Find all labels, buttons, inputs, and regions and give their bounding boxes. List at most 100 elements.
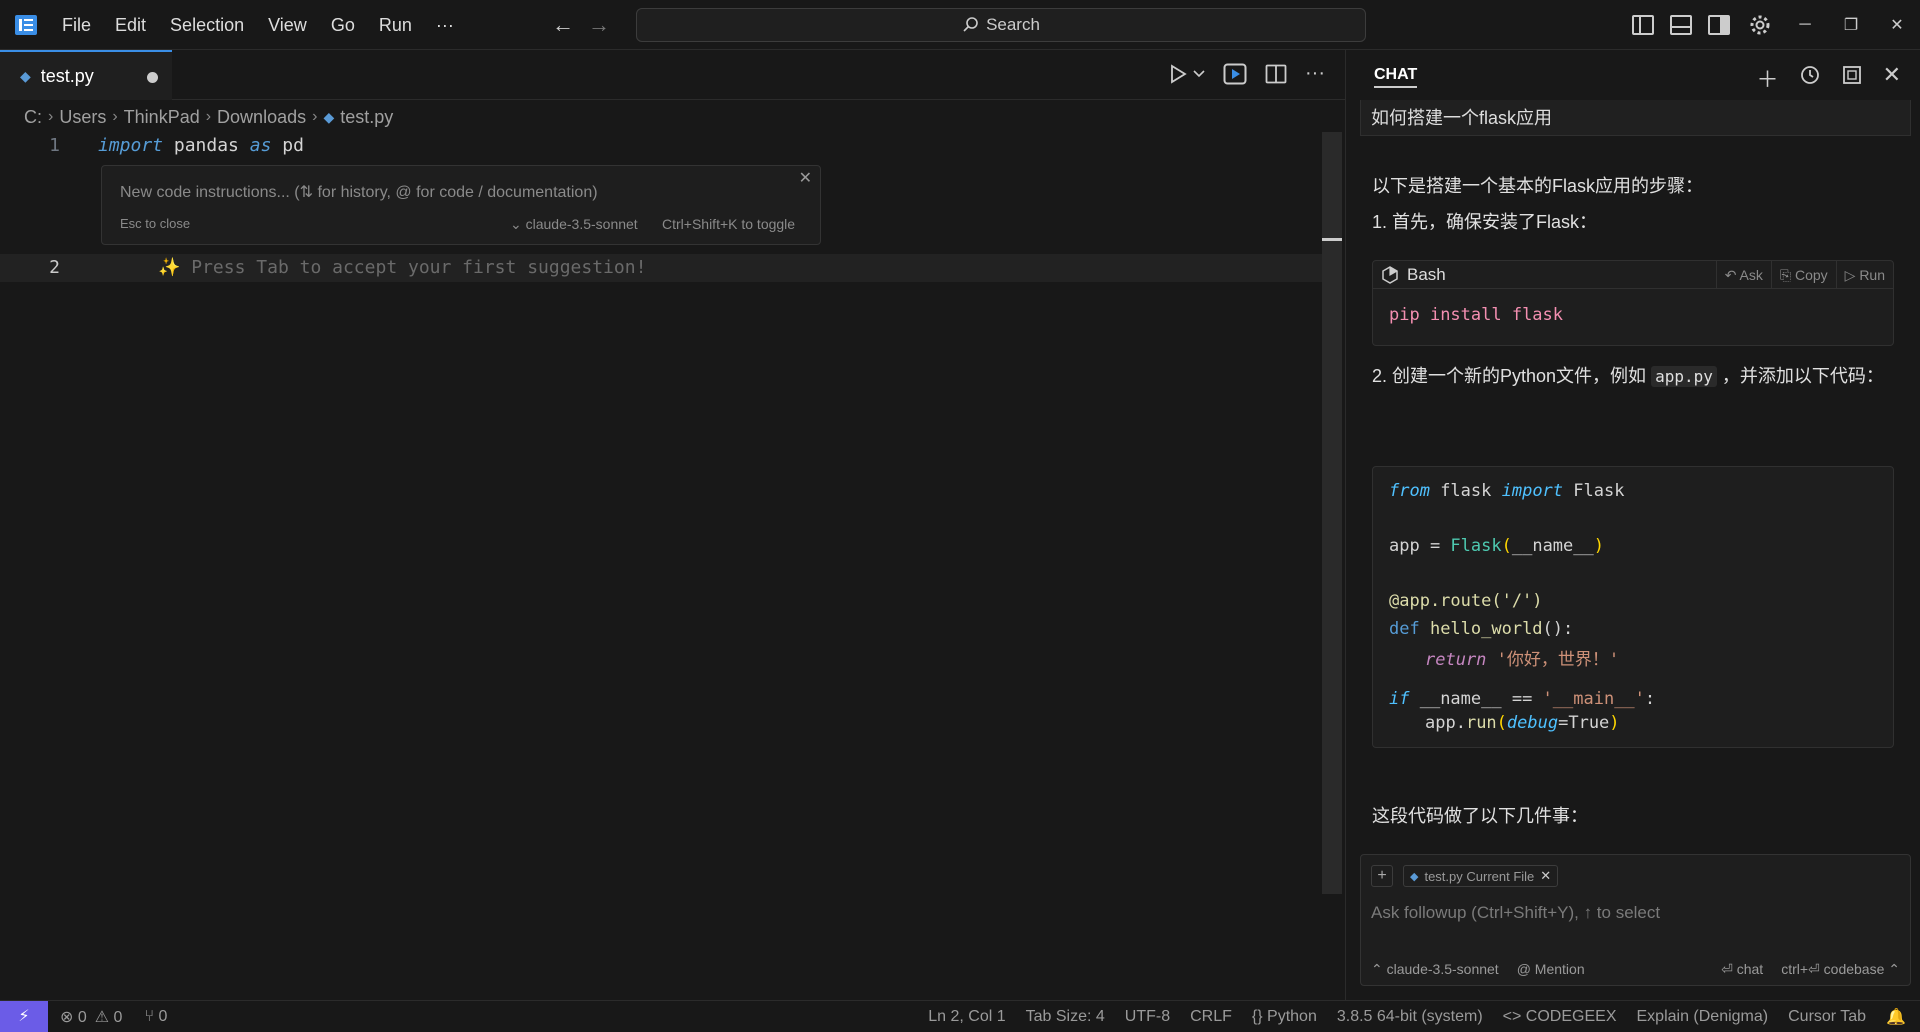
breadcrumb-thinkpad[interactable]: ThinkPad: [124, 107, 200, 128]
command-search-box[interactable]: Search: [636, 8, 1366, 42]
decorator: @app.route('/'): [1389, 591, 1543, 611]
python-code-block: from flask import Flask app = Flask(__na…: [1372, 466, 1894, 748]
step2-text: 2. 创建一个新的Python文件，例如: [1372, 366, 1652, 386]
assistant-step-2: 2. 创建一个新的Python文件，例如 app.py ，并添加以下代码：: [1372, 362, 1892, 391]
code-line: if __name__ == '__main__':: [1389, 689, 1655, 709]
identifier: __name__: [1511, 536, 1594, 556]
code-token: app.: [1425, 713, 1466, 733]
class-name: Flask: [1450, 536, 1502, 556]
breadcrumb-users[interactable]: Users: [59, 107, 106, 128]
tab-test-py[interactable]: ◆ test.py: [0, 50, 172, 100]
code-line: @app.route('/'): [1389, 591, 1543, 611]
mention-button[interactable]: @ Mention: [1517, 961, 1585, 978]
submit-options: ⏎ chat ctrl+⏎ codebase ⌃: [1721, 961, 1900, 978]
language-mode[interactable]: {} Python: [1252, 1008, 1317, 1026]
split-editor-icon[interactable]: [1265, 64, 1287, 84]
codegeex-status[interactable]: <> CODEGEEX: [1503, 1008, 1617, 1026]
chat-model-selector[interactable]: ⌃ claude-3.5-sonnet: [1371, 961, 1499, 978]
code-line: from flask import Flask: [1389, 481, 1624, 501]
code-line: def hello_world():: [1389, 619, 1573, 639]
cursor-position[interactable]: Ln 2, Col 1: [928, 1008, 1005, 1026]
chat-followup-input[interactable]: Ask followup (Ctrl+Shift+Y), ↑ to select: [1371, 903, 1660, 923]
run-button[interactable]: ▷ Run: [1835, 260, 1893, 289]
debug-run-icon[interactable]: [1223, 63, 1247, 85]
model-selector[interactable]: ⌄ claude-3.5-sonnet: [510, 216, 638, 233]
warnings-count[interactable]: ⚠ 0: [95, 1007, 123, 1027]
history-icon[interactable]: [1799, 64, 1821, 86]
ports-count[interactable]: ⑂ 0: [144, 1008, 167, 1026]
minimize-button[interactable]: ─: [1782, 16, 1828, 34]
code-token: run: [1465, 713, 1497, 733]
search-icon: [963, 17, 978, 32]
run-dropdown-chevron-icon[interactable]: [1193, 69, 1205, 79]
toggle-primary-sidebar-icon[interactable]: [1632, 15, 1654, 35]
remove-chip-close-icon[interactable]: ✕: [1540, 868, 1551, 884]
identifier: Flask: [1563, 481, 1625, 501]
paren: ): [1593, 536, 1604, 556]
chat-title[interactable]: CHAT: [1374, 66, 1418, 88]
assistant-outro: 这段代码做了以下几件事：: [1372, 806, 1588, 826]
explain-denigma[interactable]: Explain (Denigma): [1637, 1008, 1769, 1026]
close-window-button[interactable]: ✕: [1874, 15, 1920, 35]
new-chat-plus-icon[interactable]: ＋: [1757, 62, 1779, 94]
toggle-secondary-sidebar-icon[interactable]: [1708, 15, 1730, 35]
encoding[interactable]: UTF-8: [1125, 1008, 1170, 1026]
menu-more[interactable]: ···: [424, 15, 466, 36]
menu-go[interactable]: Go: [319, 15, 367, 36]
close-icon[interactable]: ✕: [799, 168, 812, 188]
maximize-panel-icon[interactable]: [1841, 64, 1863, 86]
menu-view[interactable]: View: [256, 15, 319, 36]
chat-header: CHAT ＋ ✕: [1346, 50, 1920, 100]
ask-button[interactable]: ↶ Ask: [1715, 260, 1771, 289]
line-content: import pandas as pd: [98, 132, 304, 160]
breadcrumb-file[interactable]: test.py: [340, 107, 393, 128]
editor-scrollbar[interactable]: [1322, 132, 1342, 894]
unsaved-dot-icon[interactable]: [147, 72, 158, 83]
string: '__main__': [1542, 689, 1645, 709]
menu-file[interactable]: File: [50, 15, 103, 36]
breadcrumb-drive[interactable]: C:: [24, 107, 42, 128]
code-line: 1 import pandas as pd: [0, 132, 1330, 160]
chat-submit-button[interactable]: ⏎ chat: [1721, 961, 1763, 978]
remote-indicator-icon[interactable]: ⚡: [0, 1001, 48, 1032]
line-ending[interactable]: CRLF: [1190, 1008, 1232, 1026]
errors-count[interactable]: ⊗ 0: [60, 1007, 87, 1027]
toggle-panel-icon[interactable]: [1670, 15, 1692, 35]
keyword: as: [249, 135, 272, 156]
tab-size[interactable]: Tab Size: 4: [1026, 1008, 1105, 1026]
keyword: import: [1501, 481, 1564, 501]
chat-input-footer: ⌃ claude-3.5-sonnet @ Mention ⏎ chat ctr…: [1371, 961, 1900, 978]
inline-prompt-box: New code instructions... (⇅ for history,…: [101, 165, 821, 245]
keyword: from: [1389, 481, 1430, 501]
forward-arrow-icon[interactable]: →: [588, 12, 610, 38]
python-interpreter[interactable]: 3.8.5 64-bit (system): [1337, 1008, 1483, 1026]
close-chat-icon[interactable]: ✕: [1883, 62, 1901, 94]
assistant-step-1: 1. 首先，确保安装了Flask：: [1372, 212, 1598, 232]
cursor-tab-status[interactable]: Cursor Tab: [1788, 1008, 1866, 1026]
menu-run[interactable]: Run: [367, 15, 424, 36]
add-context-plus-icon[interactable]: +: [1371, 865, 1393, 887]
identifier: app =: [1389, 536, 1451, 556]
codebase-submit-button[interactable]: ctrl+⏎ codebase ⌃: [1781, 961, 1900, 978]
python-file-icon: ◆: [1410, 870, 1419, 883]
context-file-chip[interactable]: ◆ test.py Current File ✕: [1403, 865, 1559, 887]
more-actions-icon[interactable]: ···: [1305, 62, 1325, 85]
breadcrumb-downloads[interactable]: Downloads: [217, 107, 306, 128]
settings-gear-icon[interactable]: [1748, 13, 1772, 37]
toggle-hint: Ctrl+Shift+K to toggle: [662, 216, 796, 232]
status-bar: ⚡ ⊗ 0 ⚠ 0 ⑂ 0 Ln 2, Col 1 Tab Size: 4 UT…: [0, 1000, 1920, 1032]
menu-edit[interactable]: Edit: [103, 15, 158, 36]
restore-button[interactable]: ❐: [1828, 15, 1874, 35]
context-chip-label: test.py Current File: [1424, 868, 1535, 884]
inline-code: app.py: [1651, 366, 1717, 387]
inline-prompt-input[interactable]: New code instructions... (⇅ for history,…: [120, 182, 598, 202]
editor-actions: ···: [1169, 62, 1325, 85]
menu-selection[interactable]: Selection: [158, 15, 256, 36]
app-logo-icon: [15, 15, 37, 35]
chat-actions: ＋ ✕: [1757, 62, 1901, 94]
copy-button[interactable]: ⎘ Copy: [1770, 260, 1836, 289]
code-editor[interactable]: 1 import pandas as pd 2 ✨ Press Tab to a…: [0, 132, 1345, 1000]
back-arrow-icon[interactable]: ←: [552, 12, 574, 38]
run-python-icon[interactable]: [1169, 63, 1187, 84]
notifications-bell-icon[interactable]: 🔔: [1886, 1007, 1906, 1027]
